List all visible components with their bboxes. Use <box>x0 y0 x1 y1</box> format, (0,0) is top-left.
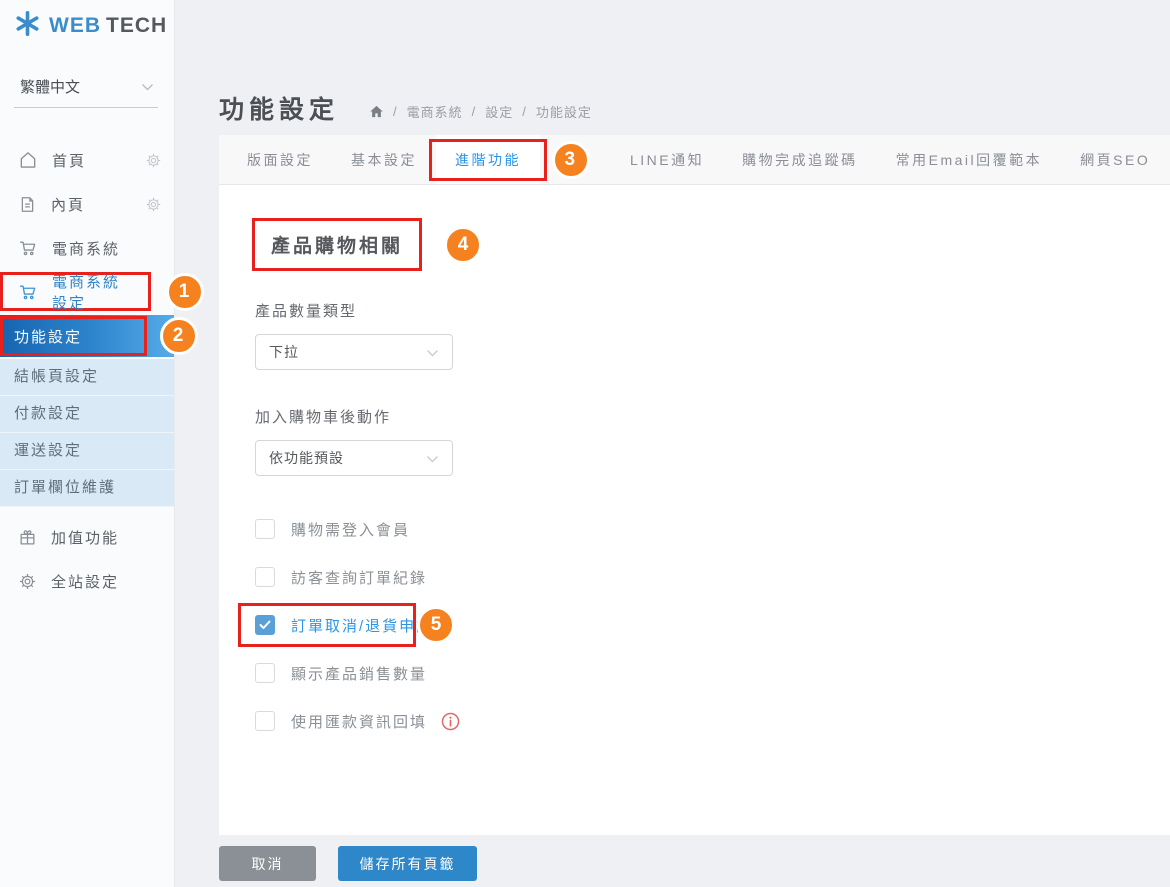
gift-icon <box>18 528 37 547</box>
sidebar-subitem-function-settings[interactable]: 功能設定 2 <box>0 315 174 357</box>
sidebar: WEBTECH 繁體中文 首頁 內頁 <box>0 0 175 887</box>
chevron-down-icon <box>426 344 439 360</box>
save-all-tabs-button[interactable]: 儲存所有頁籤 <box>338 846 477 881</box>
language-selector[interactable]: 繁體中文 <box>14 76 158 108</box>
breadcrumb-separator: / <box>522 104 527 119</box>
tab-email-templates[interactable]: 常用Email回覆範本 <box>877 135 1062 184</box>
checkbox-order-cancel-return[interactable] <box>255 615 275 635</box>
language-value: 繁體中文 <box>20 76 80 97</box>
home-icon[interactable] <box>369 104 384 119</box>
sidebar-item-site-settings[interactable]: 全站設定 <box>0 559 174 603</box>
gear-icon[interactable] <box>145 196 162 213</box>
checkbox-row-order-cancel-return: 訂單取消/退貨申請 5 <box>255 601 1134 649</box>
checkbox-row-remittance-info: 使用匯款資訊回填 <box>255 697 1134 745</box>
annotation-marker-1: 1 <box>166 273 204 311</box>
sidebar-subitem-checkout-settings[interactable]: 結帳頁設定 <box>0 359 174 396</box>
page-header: 功能設定 / 電商系統 / 設定 / 功能設定 <box>176 0 1170 135</box>
add-to-cart-action-select[interactable]: 依功能預設 <box>255 440 453 476</box>
chevron-down-icon <box>141 78 154 95</box>
annotation-marker-4: 4 <box>444 226 482 264</box>
document-icon <box>18 195 37 214</box>
sidebar-item-home[interactable]: 首頁 <box>0 138 174 182</box>
home-icon <box>18 150 38 170</box>
breadcrumb-item[interactable]: 設定 <box>485 102 513 121</box>
breadcrumb-separator: / <box>472 104 477 119</box>
checkbox-guest-order-lookup[interactable] <box>255 567 275 587</box>
sidebar-item-ecommerce-settings[interactable]: 電商系統設定 1 <box>0 272 151 311</box>
checkbox-login-required[interactable] <box>255 519 275 539</box>
breadcrumb-separator: / <box>393 104 398 119</box>
sidebar-subitem-payment-settings[interactable]: 付款設定 <box>0 396 174 433</box>
sidebar-item-label: 電商系統設定 <box>52 271 136 313</box>
tab-seo[interactable]: 網頁SEO <box>1061 135 1169 184</box>
field-label: 產品數量類型 <box>255 300 1134 321</box>
checkbox-list: 購物需登入會員 訪客查詢訂單紀錄 訂單取消/退貨申請 5 顯示產品銷售數量 <box>255 505 1134 745</box>
sidebar-subitem-shipping-settings[interactable]: 運送設定 <box>0 433 174 470</box>
settings-panel: 版面設定 基本設定 進階功能 3 設定 LINE通知 購物完成追蹤碼 常用Ema… <box>219 135 1170 835</box>
sidebar-item-label: 全站設定 <box>51 571 119 592</box>
sidebar-subitem-label: 功能設定 <box>14 326 82 347</box>
tab-line-notify[interactable]: LINE通知 <box>611 135 723 184</box>
field-product-quantity-type: 產品數量類型 下拉 <box>255 300 1134 370</box>
main-area: 功能設定 / 電商系統 / 設定 / 功能設定 版面設定 基本設定 進階功能 3… <box>176 0 1170 887</box>
tab-layout-settings[interactable]: 版面設定 <box>228 135 332 184</box>
cancel-button[interactable]: 取消 <box>219 846 316 881</box>
sidebar-item-label: 電商系統 <box>52 238 120 259</box>
sidebar-item-ecommerce[interactable]: 電商系統 <box>0 226 174 270</box>
annotation-marker-2: 2 <box>160 317 198 355</box>
action-bar: 取消 儲存所有頁籤 <box>176 835 1170 887</box>
breadcrumb: / 電商系統 / 設定 / 功能設定 <box>369 98 592 121</box>
breadcrumb-item[interactable]: 電商系統 <box>407 102 463 121</box>
select-value: 下拉 <box>269 342 299 362</box>
info-icon[interactable] <box>441 712 460 731</box>
select-value: 依功能預設 <box>269 448 344 468</box>
breadcrumb-item: 功能設定 <box>536 102 592 121</box>
cart-icon <box>18 238 38 258</box>
brand-name: WEBTECH <box>49 14 167 38</box>
section-title: 產品購物相關 <box>271 236 403 257</box>
tab-checkout-tracking-code[interactable]: 購物完成追蹤碼 <box>723 135 877 184</box>
tab-content: 產品購物相關 4 產品數量類型 下拉 加入購物車後動作 依功能預設 <box>219 185 1170 835</box>
annotation-marker-3: 3 <box>552 141 590 179</box>
field-add-to-cart-action: 加入購物車後動作 依功能預設 <box>255 406 1134 476</box>
product-quantity-type-select[interactable]: 下拉 <box>255 334 453 370</box>
checkbox-row-login-required: 購物需登入會員 <box>255 505 1134 553</box>
sidebar-subitem-order-fields[interactable]: 訂單欄位維護 <box>0 470 174 507</box>
asterisk-icon <box>14 10 41 42</box>
section-title-box: 產品購物相關 4 <box>252 218 422 271</box>
tab-advanced-features[interactable]: 進階功能 3 <box>436 135 540 184</box>
checkbox-row-guest-order-lookup: 訪客查詢訂單紀錄 <box>255 553 1134 601</box>
cart-icon <box>18 282 38 302</box>
checkbox-remittance-info[interactable] <box>255 711 275 731</box>
checkbox-show-sales-count[interactable] <box>255 663 275 683</box>
sidebar-item-innerpage[interactable]: 內頁 <box>0 182 174 226</box>
tab-bar: 版面設定 基本設定 進階功能 3 設定 LINE通知 購物完成追蹤碼 常用Ema… <box>219 135 1170 185</box>
gear-icon <box>18 572 37 591</box>
gear-icon[interactable] <box>145 152 162 169</box>
sidebar-item-label: 加值功能 <box>51 527 119 548</box>
sidebar-item-addons[interactable]: 加值功能 <box>0 515 174 559</box>
tab-basic-settings[interactable]: 基本設定 <box>332 135 436 184</box>
annotation-marker-5: 5 <box>417 606 455 644</box>
checkbox-row-show-sales-count: 顯示產品銷售數量 <box>255 649 1134 697</box>
chevron-down-icon <box>426 450 439 466</box>
brand-logo: WEBTECH <box>0 0 174 42</box>
page-title: 功能設定 <box>219 96 339 124</box>
field-label: 加入購物車後動作 <box>255 406 1134 427</box>
sidebar-item-label: 內頁 <box>51 194 85 215</box>
sidebar-item-label: 首頁 <box>52 150 86 171</box>
